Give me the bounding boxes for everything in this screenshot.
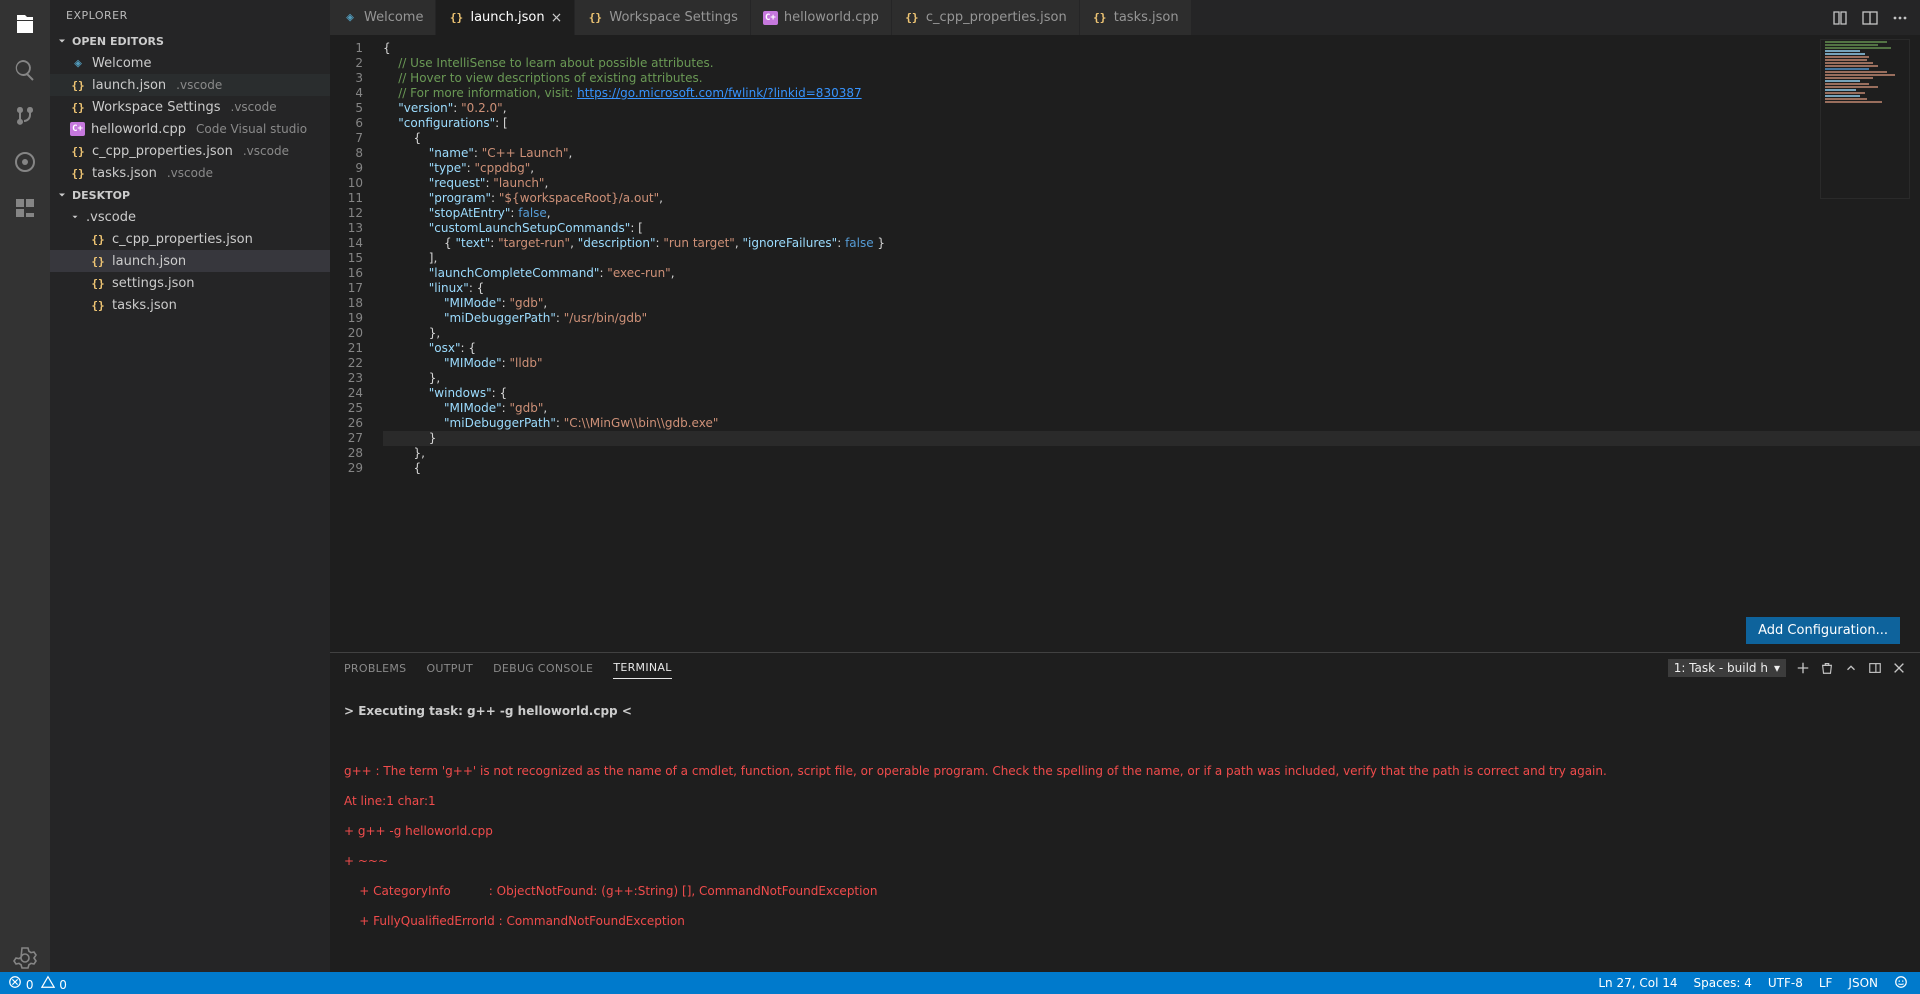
panel-tab-problems[interactable]: PROBLEMS bbox=[344, 658, 406, 679]
line-gutter: 1234567891011121314151617181920212223242… bbox=[330, 35, 375, 652]
minimap[interactable] bbox=[1820, 39, 1910, 199]
tab-welcome[interactable]: Welcome bbox=[330, 0, 436, 35]
section-open-editors[interactable]: OPEN EDITORS bbox=[50, 30, 330, 52]
add-configuration-button[interactable]: Add Configuration... bbox=[1746, 617, 1900, 644]
close-panel-icon[interactable] bbox=[1892, 661, 1906, 675]
sidebar-explorer: EXPLORER OPEN EDITORS Welcome launch.jso… bbox=[50, 0, 330, 972]
term-line: > Executing task: g++ -g helloworld.cpp … bbox=[344, 704, 1906, 719]
terminal-dropdown[interactable]: 1: Task - build h▾ bbox=[1668, 659, 1786, 677]
term-error: g++ : The term 'g++' is not recognized a… bbox=[344, 764, 1906, 779]
status-encoding[interactable]: UTF-8 bbox=[1768, 976, 1803, 990]
tab-launch[interactable]: launch.json× bbox=[436, 0, 575, 35]
status-bar: 0 0 Ln 27, Col 14 Spaces: 4 UTF-8 LF JSO… bbox=[0, 972, 1920, 994]
section-desktop[interactable]: DESKTOP bbox=[50, 184, 330, 206]
tree-folder-vscode[interactable]: .vscode bbox=[50, 206, 330, 228]
new-terminal-icon[interactable] bbox=[1796, 661, 1810, 675]
code-editor[interactable]: 1234567891011121314151617181920212223242… bbox=[330, 35, 1920, 652]
term-error: At line:1 char:1 bbox=[344, 794, 1906, 809]
debug-icon[interactable] bbox=[11, 148, 39, 176]
status-language[interactable]: JSON bbox=[1848, 976, 1878, 990]
tree-file-settings[interactable]: settings.json bbox=[50, 272, 330, 294]
bottom-panel: PROBLEMS OUTPUT DEBUG CONSOLE TERMINAL 1… bbox=[330, 652, 1920, 972]
tab-workspace-settings[interactable]: Workspace Settings bbox=[575, 0, 751, 35]
kill-terminal-icon[interactable] bbox=[1820, 661, 1834, 675]
open-editor-ccpp-props[interactable]: c_cpp_properties.json.vscode bbox=[50, 140, 330, 162]
tab-helloworld[interactable]: helloworld.cpp bbox=[751, 0, 892, 35]
split-editor-icon[interactable] bbox=[1862, 10, 1878, 26]
compare-changes-icon[interactable] bbox=[1832, 10, 1848, 26]
more-actions-icon[interactable] bbox=[1892, 10, 1908, 26]
tab-bar: Welcome launch.json× Workspace Settings … bbox=[330, 0, 1920, 35]
open-editor-helloworld[interactable]: helloworld.cppCode Visual studio bbox=[50, 118, 330, 140]
source-control-icon[interactable] bbox=[11, 102, 39, 130]
maximize-panel-icon[interactable] bbox=[1844, 661, 1858, 675]
status-warnings[interactable]: 0 bbox=[41, 975, 66, 992]
move-panel-icon[interactable] bbox=[1868, 661, 1882, 675]
status-ln-col[interactable]: Ln 27, Col 14 bbox=[1598, 976, 1677, 990]
editor-area: Welcome launch.json× Workspace Settings … bbox=[330, 0, 1920, 972]
term-error: + g++ -g helloworld.cpp bbox=[344, 824, 1906, 839]
activity-bar bbox=[0, 0, 50, 972]
status-eol[interactable]: LF bbox=[1819, 976, 1833, 990]
panel-tab-terminal[interactable]: TERMINAL bbox=[613, 657, 671, 679]
tree-file-tasks[interactable]: tasks.json bbox=[50, 294, 330, 316]
section-open-editors-label: OPEN EDITORS bbox=[72, 35, 164, 48]
explorer-icon[interactable] bbox=[11, 10, 39, 38]
status-errors[interactable]: 0 bbox=[8, 975, 33, 992]
panel-tab-debug[interactable]: DEBUG CONSOLE bbox=[493, 658, 593, 679]
term-error: + CategoryInfo : ObjectNotFound: (g++:St… bbox=[344, 884, 1906, 899]
settings-gear-icon[interactable] bbox=[11, 944, 39, 972]
term-error: + ~~~ bbox=[344, 854, 1906, 869]
open-editor-workspace-settings[interactable]: Workspace Settings.vscode bbox=[50, 96, 330, 118]
tree-file-ccpp-props[interactable]: c_cpp_properties.json bbox=[50, 228, 330, 250]
open-editor-welcome[interactable]: Welcome bbox=[50, 52, 330, 74]
tab-close-icon[interactable]: × bbox=[551, 10, 563, 26]
section-desktop-label: DESKTOP bbox=[72, 189, 130, 202]
sidebar-title: EXPLORER bbox=[50, 0, 330, 30]
tab-tasks[interactable]: tasks.json bbox=[1080, 0, 1192, 35]
tab-ccpp-props[interactable]: c_cpp_properties.json bbox=[892, 0, 1080, 35]
search-icon[interactable] bbox=[11, 56, 39, 84]
open-editor-tasks[interactable]: tasks.json.vscode bbox=[50, 162, 330, 184]
panel-tab-output[interactable]: OUTPUT bbox=[426, 658, 473, 679]
status-feedback-icon[interactable] bbox=[1894, 975, 1908, 992]
status-spaces[interactable]: Spaces: 4 bbox=[1694, 976, 1752, 990]
open-editor-launch[interactable]: launch.json.vscode bbox=[50, 74, 330, 96]
term-error: + FullyQualifiedErrorId : CommandNotFoun… bbox=[344, 914, 1906, 929]
extensions-icon[interactable] bbox=[11, 194, 39, 222]
tree-file-launch[interactable]: launch.json bbox=[50, 250, 330, 272]
terminal-output[interactable]: > Executing task: g++ -g helloworld.cpp … bbox=[330, 683, 1920, 972]
